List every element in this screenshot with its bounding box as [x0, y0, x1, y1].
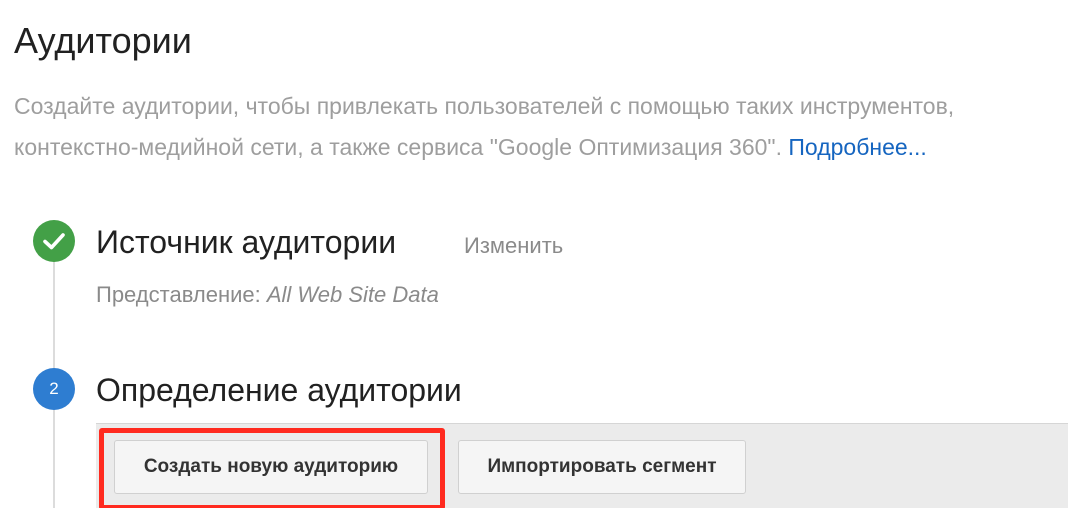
audiences-page: Аудитории Создайте аудитории, чтобы прив…	[0, 0, 1068, 508]
learn-more-link[interactable]: Подробнее...	[788, 134, 926, 160]
import-segment-button[interactable]: Импортировать сегмент	[458, 440, 746, 494]
step-2-title: Определение аудитории	[96, 372, 462, 408]
checkmark-icon	[43, 233, 65, 250]
view-info: Представление: All Web Site Data	[96, 282, 439, 308]
view-value: All Web Site Data	[266, 282, 439, 307]
view-label: Представление:	[96, 282, 261, 307]
step-2-number-badge: 2	[33, 368, 75, 410]
create-new-audience-button[interactable]: Создать новую аудиторию	[114, 440, 428, 494]
audience-definition-toolbar: Создать новую аудиторию Импортировать се…	[96, 423, 1068, 508]
step-1-title: Источник аудитории	[96, 224, 397, 260]
step-2-number: 2	[49, 379, 59, 398]
edit-audience-source-link[interactable]: Изменить	[464, 233, 563, 259]
description-line-2: контекстно-медийной сети, а также сервис…	[14, 127, 1068, 168]
step-completed-icon	[33, 220, 75, 262]
page-description: Создайте аудитории, чтобы привлекать пол…	[14, 86, 1068, 168]
page-title: Аудитории	[14, 20, 192, 61]
description-line-1: Создайте аудитории, чтобы привлекать пол…	[14, 93, 955, 119]
description-line-2-text: контекстно-медийной сети, а также сервис…	[14, 134, 782, 160]
